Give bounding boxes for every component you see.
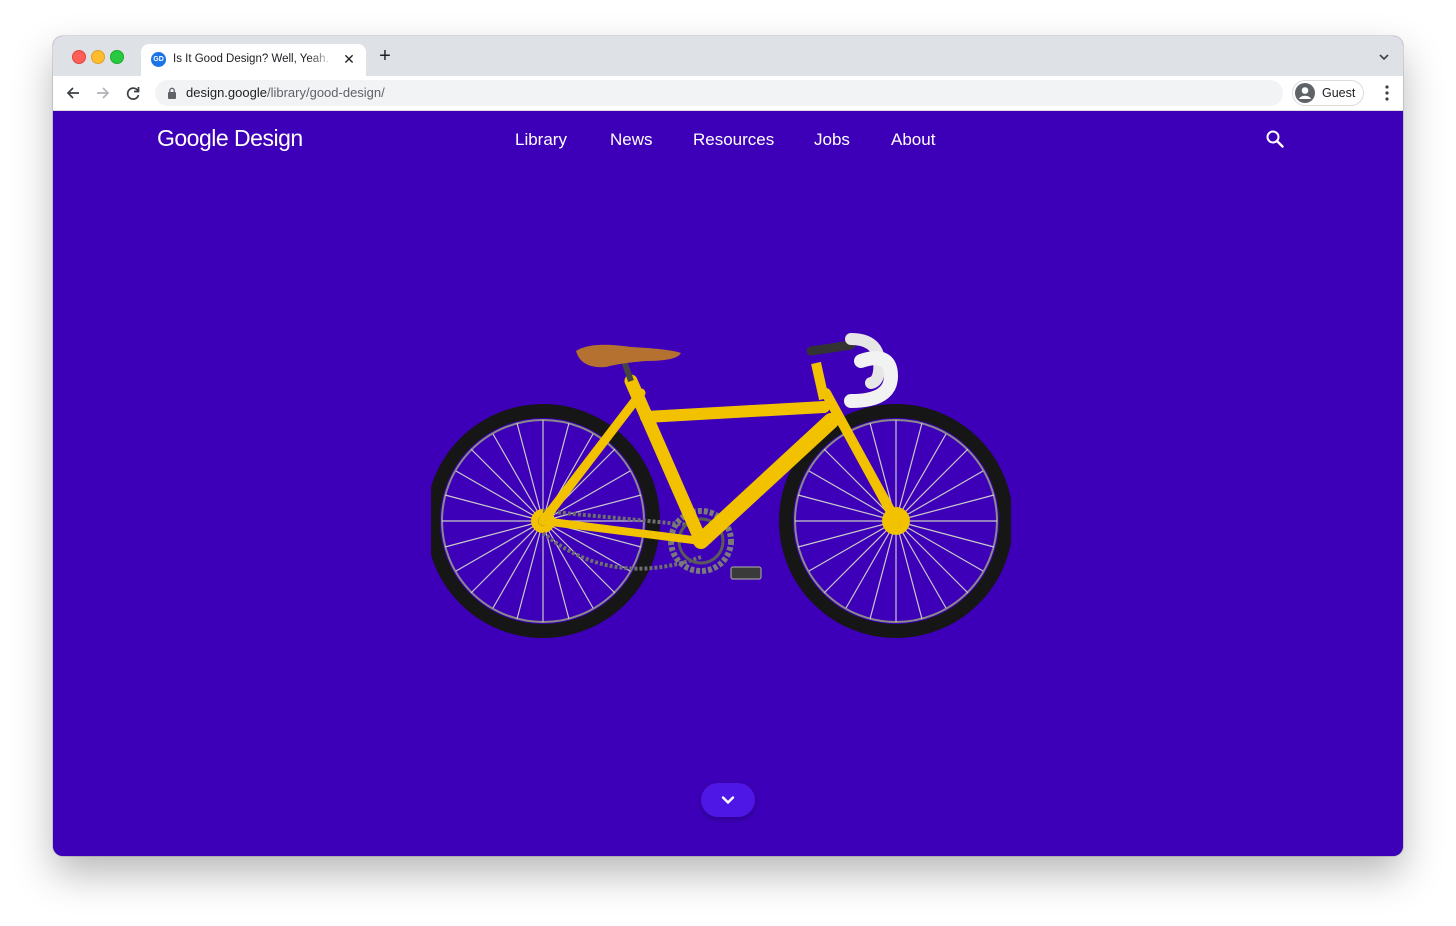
tab-strip: GD Is It Good Design? Well, Yeah. ✕ + bbox=[53, 36, 1403, 76]
pedal bbox=[731, 567, 761, 579]
new-tab-button[interactable]: + bbox=[375, 46, 395, 66]
tab-close-icon[interactable]: ✕ bbox=[341, 51, 357, 67]
chevron-down-icon bbox=[721, 796, 735, 804]
minimize-window-button[interactable] bbox=[91, 50, 105, 64]
url-text[interactable]: design.google/library/good-design/ bbox=[186, 85, 385, 100]
scroll-down-button[interactable] bbox=[701, 783, 755, 817]
tab-title: Is It Good Design? Well, Yeah. bbox=[173, 53, 329, 65]
nav-item-resources[interactable]: Resources bbox=[693, 130, 774, 150]
google-design-logo[interactable]: Google Design bbox=[157, 125, 303, 152]
browser-toolbar: design.google/library/good-design/ Guest bbox=[53, 76, 1403, 111]
reload-icon[interactable] bbox=[123, 83, 143, 103]
forward-arrow-icon[interactable] bbox=[93, 83, 113, 103]
lock-icon[interactable] bbox=[167, 87, 177, 99]
profile-button[interactable]: Guest bbox=[1292, 80, 1364, 106]
seat-post bbox=[621, 360, 634, 382]
nav-item-news[interactable]: News bbox=[610, 130, 653, 150]
search-icon[interactable] bbox=[1265, 129, 1285, 149]
bike-frame bbox=[538, 374, 901, 549]
browser-tab-active[interactable]: GD Is It Good Design? Well, Yeah. ✕ bbox=[141, 44, 366, 76]
url-path: /library/good-design/ bbox=[266, 85, 385, 100]
close-window-button[interactable] bbox=[72, 50, 86, 64]
profile-avatar-icon bbox=[1295, 83, 1315, 103]
more-menu-icon[interactable] bbox=[1385, 84, 1389, 102]
profile-label: Guest bbox=[1322, 86, 1356, 100]
nav-item-jobs[interactable]: Jobs bbox=[814, 130, 850, 150]
site-favicon-icon: GD bbox=[151, 52, 166, 67]
handlebar bbox=[806, 333, 899, 408]
nav-item-about[interactable]: About bbox=[891, 130, 935, 150]
saddle bbox=[576, 344, 681, 368]
bicycle-illustration bbox=[431, 333, 1011, 638]
maximize-window-button[interactable] bbox=[110, 50, 124, 64]
address-bar[interactable]: design.google/library/good-design/ bbox=[155, 80, 1283, 106]
page-content: Google Design Library News Resources Job… bbox=[53, 111, 1403, 856]
back-arrow-icon[interactable] bbox=[63, 83, 83, 103]
browser-window: GD Is It Good Design? Well, Yeah. ✕ + de… bbox=[53, 36, 1403, 856]
nav-item-library[interactable]: Library bbox=[515, 130, 567, 150]
url-host: design.google bbox=[186, 85, 267, 100]
tab-search-chevron-icon[interactable] bbox=[1377, 50, 1391, 64]
